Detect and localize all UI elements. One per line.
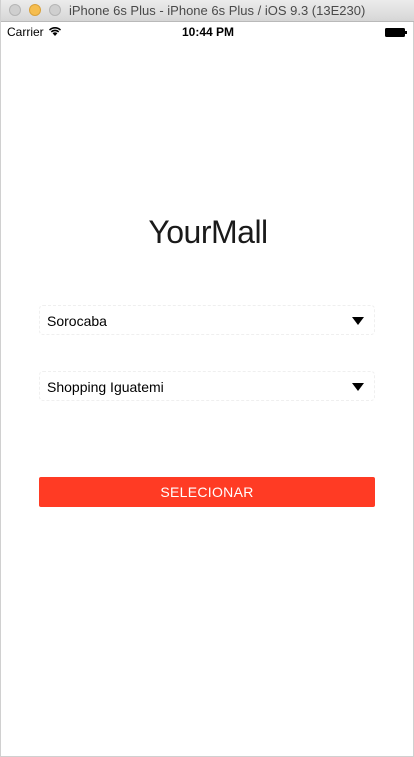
simulator-window: iPhone 6s Plus - iPhone 6s Plus / iOS 9.… (0, 0, 414, 757)
select-button[interactable]: SELECIONAR (39, 477, 375, 507)
app-title: YourMall (148, 214, 268, 250)
zoom-window-button[interactable] (49, 4, 61, 16)
city-picker[interactable]: Sorocaba (39, 305, 375, 335)
city-picker-value: Sorocaba (47, 313, 107, 329)
caret-down-icon (352, 317, 364, 325)
ios-status-bar: Carrier 10:44 PM (1, 22, 413, 42)
close-window-button[interactable] (9, 4, 21, 16)
minimize-window-button[interactable] (29, 4, 41, 16)
battery-icon (385, 28, 407, 37)
caret-down-icon (352, 383, 364, 391)
window-titlebar: iPhone 6s Plus - iPhone 6s Plus / iOS 9.… (1, 0, 414, 22)
status-time: 10:44 PM (181, 25, 235, 39)
window-title: iPhone 6s Plus - iPhone 6s Plus / iOS 9.… (69, 3, 366, 18)
mall-picker-value: Shopping Iguatemi (47, 379, 164, 395)
mall-picker[interactable]: Shopping Iguatemi (39, 371, 375, 401)
